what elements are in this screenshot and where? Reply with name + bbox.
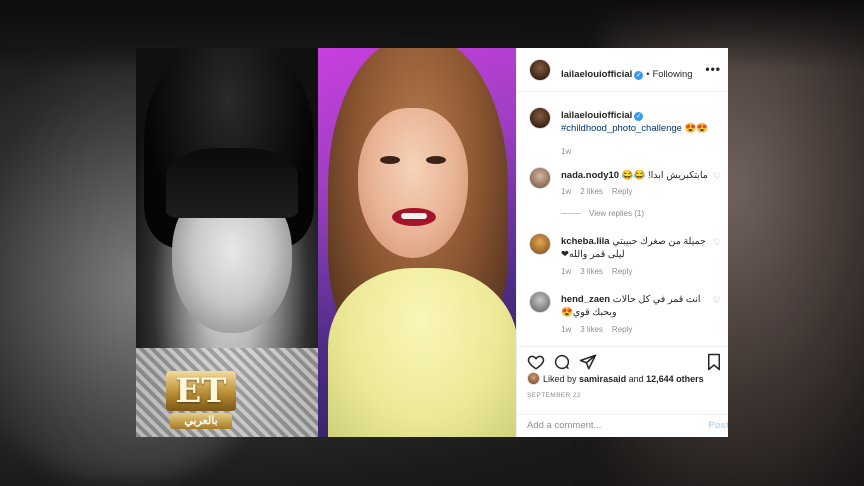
comment-text: مابتكبريش ابدا! 😂😂 [621,170,708,181]
comment-username[interactable]: kcheba.lila [561,236,610,247]
heart-icon[interactable] [527,353,545,371]
comment-username[interactable]: nada.nody10 [561,170,619,181]
caption-text[interactable]: #childhood_photo_challenge 😍😍 [561,123,708,134]
comments-list: lailaelouiofficial ✓ #childhood_photo_cha… [517,93,728,345]
comment-likes[interactable]: 3 likes [580,267,603,276]
comment-age: 1w [561,325,572,334]
liked-by-user[interactable]: samirasaid [579,374,626,384]
et-logo: ET بالعربي [166,371,236,431]
post-header: lailaelouiofficial ✓ • Following ••• [517,48,728,92]
comment-likes[interactable]: 3 likes [580,325,603,334]
reply-button[interactable]: Reply [612,325,632,334]
avatar[interactable] [527,372,540,385]
add-comment-bar: Add a comment... Post [517,414,728,437]
view-replies-button[interactable]: View replies (1) [561,209,644,218]
childhood-photo: ET بالعربي [136,48,318,437]
verified-icon: ✓ [634,112,644,121]
more-icon[interactable]: ••• [705,62,721,76]
avatar[interactable] [529,59,551,81]
et-logo-subtitle: بالعربي [170,413,232,429]
avatar[interactable] [529,291,551,313]
comment-age: 1w [561,187,572,196]
current-photo [318,48,516,437]
et-logo-mark: ET [166,371,236,411]
heart-icon[interactable]: ♡ [713,171,721,182]
post-image[interactable]: ET بالعربي [136,48,516,437]
bookmark-icon[interactable] [705,353,723,371]
share-icon[interactable] [579,353,597,371]
avatar[interactable] [529,233,551,255]
post-side-panel: lailaelouiofficial ✓ • Following ••• lailae… [516,48,728,437]
comment-input[interactable]: Add a comment... [527,420,601,431]
avatar[interactable] [529,167,551,189]
avatar[interactable] [529,107,551,129]
comment-likes[interactable]: 2 likes [580,187,603,196]
heart-icon[interactable]: ♡ [713,295,721,306]
header-username[interactable]: lailaelouiofficial [561,69,632,80]
heart-icon[interactable]: ♡ [713,237,721,248]
comment-age: 1w [561,267,572,276]
caption-age: 1w [561,147,572,156]
comment-username[interactable]: hend_zaen [561,294,610,305]
action-bar [517,346,728,371]
verified-icon: ✓ [634,71,644,80]
post-date[interactable]: SEPTEMBER 22 [527,392,581,399]
likes-summary: Liked by samirasaid and 12,644 others [527,372,704,386]
following-button[interactable]: Following [652,69,692,80]
likes-count[interactable]: 12,644 others [646,374,704,384]
caption-username[interactable]: lailaelouiofficial [561,110,632,121]
instagram-post-card: ET بالعربي lailaelouiofficial ✓ • Following… [136,48,728,437]
reply-button[interactable]: Reply [612,187,632,196]
post-button[interactable]: Post [708,420,728,431]
comment-icon[interactable] [553,353,571,371]
reply-button[interactable]: Reply [612,267,632,276]
